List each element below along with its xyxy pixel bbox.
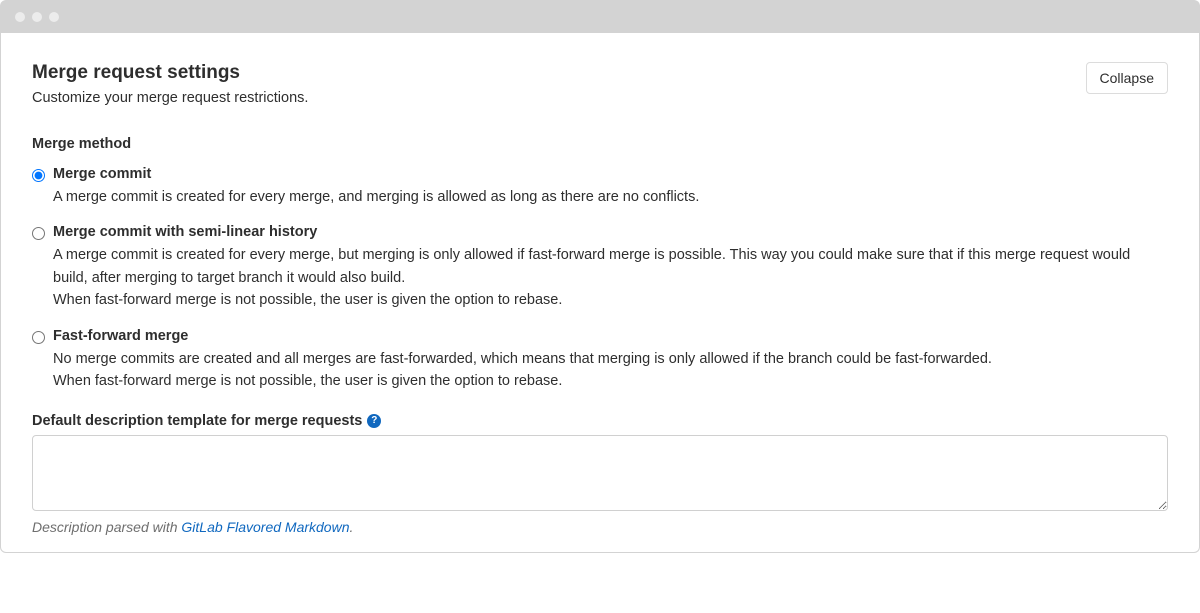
- option-title: Merge commit: [53, 166, 1168, 182]
- merge-method-option-semi-linear[interactable]: Merge commit with semi-linear history A …: [32, 224, 1168, 311]
- template-label: Default description template for merge r…: [32, 413, 362, 429]
- template-textarea[interactable]: [32, 435, 1168, 511]
- note-suffix: .: [349, 519, 353, 535]
- merge-method-option-merge-commit[interactable]: Merge commit A merge commit is created f…: [32, 166, 1168, 208]
- markdown-link[interactable]: GitLab Flavored Markdown: [181, 519, 349, 535]
- option-desc: No merge commits are created and all mer…: [53, 348, 1168, 370]
- option-desc: A merge commit is created for every merg…: [53, 244, 1168, 289]
- option-desc: When fast-forward merge is not possible,…: [53, 289, 1168, 311]
- collapse-button[interactable]: Collapse: [1086, 62, 1168, 94]
- window-dot-icon: [32, 12, 42, 22]
- merge-method-label: Merge method: [32, 136, 1168, 152]
- help-icon[interactable]: ?: [367, 414, 381, 428]
- radio-merge-commit[interactable]: [32, 169, 45, 182]
- merge-method-option-fast-forward[interactable]: Fast-forward merge No merge commits are …: [32, 328, 1168, 393]
- option-title: Fast-forward merge: [53, 328, 1168, 344]
- note-prefix: Description parsed with: [32, 519, 181, 535]
- option-desc: When fast-forward merge is not possible,…: [53, 370, 1168, 392]
- window-titlebar: [0, 0, 1200, 33]
- window-dot-icon: [15, 12, 25, 22]
- page-title: Merge request settings: [32, 62, 308, 84]
- radio-fast-forward[interactable]: [32, 331, 45, 344]
- option-title: Merge commit with semi-linear history: [53, 224, 1168, 240]
- option-desc: A merge commit is created for every merg…: [53, 186, 1168, 208]
- radio-semi-linear[interactable]: [32, 227, 45, 240]
- template-note: Description parsed with GitLab Flavored …: [32, 519, 1168, 535]
- page-subtitle: Customize your merge request restriction…: [32, 90, 308, 106]
- window-dot-icon: [49, 12, 59, 22]
